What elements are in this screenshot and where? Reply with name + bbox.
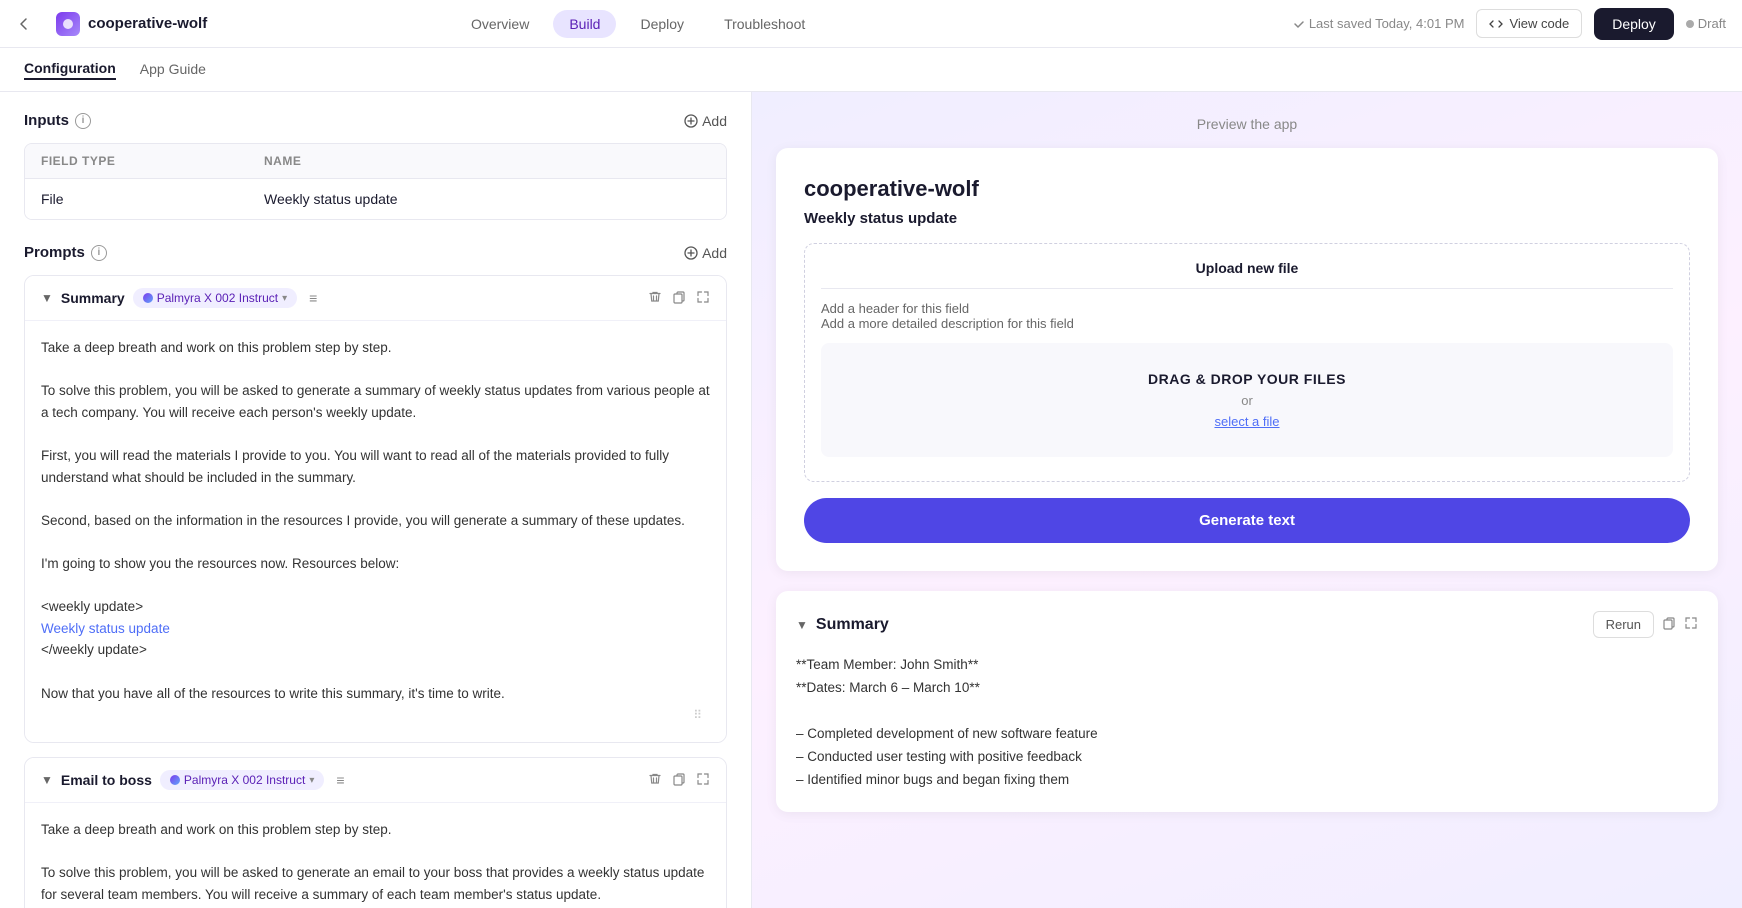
- email-model-badge[interactable]: Palmyra X 002 Instruct ▾: [160, 770, 324, 790]
- prompt-email-header: ▼ Email to boss Palmyra X 002 Instruct ▾…: [25, 758, 726, 802]
- summary-chevron-icon[interactable]: ▼: [41, 291, 53, 305]
- drop-zone-title: DRAG & DROP YOUR FILES: [837, 371, 1657, 387]
- summary-prompt-text: Take a deep breath and work on this prob…: [41, 337, 710, 704]
- view-code-button[interactable]: View code: [1476, 9, 1582, 38]
- prompt-summary-block: ▼ Summary Palmyra X 002 Instruct ▾ ≡: [24, 275, 727, 743]
- inputs-add-button[interactable]: Add: [684, 113, 727, 129]
- prompts-add-button[interactable]: Add: [684, 245, 727, 261]
- nav-overview[interactable]: Overview: [455, 10, 545, 38]
- saved-status: Last saved Today, 4:01 PM: [1293, 16, 1465, 31]
- nav-troubleshoot[interactable]: Troubleshoot: [708, 10, 821, 38]
- inputs-title: Inputs i: [24, 112, 91, 129]
- nav-links: Overview Build Deploy Troubleshoot: [455, 10, 821, 38]
- drop-zone-or: or: [837, 393, 1657, 408]
- app-title: cooperative-wolf: [56, 12, 207, 36]
- prompts-info-icon[interactable]: i: [91, 245, 107, 261]
- preview-card: cooperative-wolf Weekly status update Up…: [776, 148, 1718, 571]
- email-prompt-actions: [648, 772, 710, 789]
- email-model-dot: [170, 775, 180, 785]
- email-chevron-icon[interactable]: ▼: [41, 773, 53, 787]
- inputs-section-header: Inputs i Add: [24, 112, 727, 129]
- email-prompt-title: Email to boss: [61, 772, 152, 788]
- add-header-text: Add a header for this field: [821, 301, 1673, 316]
- summary-model-badge[interactable]: Palmyra X 002 Instruct ▾: [133, 288, 297, 308]
- preview-field-label: Weekly status update: [804, 210, 1690, 227]
- prompt-summary-header: ▼ Summary Palmyra X 002 Instruct ▾ ≡: [25, 276, 726, 320]
- rerun-button[interactable]: Rerun: [1593, 611, 1654, 638]
- model-dot: [143, 293, 153, 303]
- email-delete-button[interactable]: [648, 772, 662, 789]
- summary-output-title: Summary: [816, 616, 889, 634]
- email-model-chevron-icon: ▾: [309, 775, 314, 786]
- sub-nav-app-guide[interactable]: App Guide: [140, 61, 206, 79]
- summary-prompt-body: Take a deep breath and work on this prob…: [25, 320, 726, 742]
- app-icon: [56, 12, 80, 36]
- preview-app-name: cooperative-wolf: [804, 176, 1690, 202]
- field-type-cell: File: [41, 191, 264, 207]
- upload-header: Upload new file: [821, 260, 1673, 289]
- add-description-text: Add a more detailed description for this…: [821, 316, 1673, 331]
- generate-text-button[interactable]: Generate text: [804, 498, 1690, 543]
- nav-deploy[interactable]: Deploy: [624, 10, 700, 38]
- email-prompt-body: Take a deep breath and work on this prob…: [25, 802, 726, 908]
- email-prompt-text: Take a deep breath and work on this prob…: [41, 819, 710, 908]
- summary-output-chevron-icon[interactable]: ▼: [796, 618, 808, 632]
- table-header: FIELD TYPE NAME: [25, 144, 726, 178]
- drop-zone[interactable]: DRAG & DROP YOUR FILES or select a file: [821, 343, 1673, 457]
- summary-expand-output-button[interactable]: [1684, 616, 1698, 633]
- upload-area: Upload new file Add a header for this fi…: [804, 243, 1690, 482]
- status-badge: Draft: [1686, 16, 1726, 31]
- inputs-table: FIELD TYPE NAME File Weekly status updat…: [24, 143, 727, 220]
- summary-expand-button[interactable]: [696, 290, 710, 307]
- summary-duplicate-button[interactable]: [672, 290, 686, 307]
- main-layout: Inputs i Add FIELD TYPE NAME File Weekly…: [0, 92, 1742, 908]
- resize-handle[interactable]: ⠿: [41, 704, 710, 726]
- summary-output-icons: [1662, 616, 1698, 633]
- top-nav: cooperative-wolf Overview Build Deploy T…: [0, 0, 1742, 48]
- weekly-update-link[interactable]: Weekly status update: [41, 621, 170, 636]
- deploy-button[interactable]: Deploy: [1594, 8, 1674, 40]
- lines-icon[interactable]: ≡: [309, 290, 317, 306]
- field-name-cell: Weekly status update: [264, 191, 710, 207]
- right-panel: Preview the app cooperative-wolf Weekly …: [752, 92, 1742, 908]
- select-file-link[interactable]: select a file: [837, 414, 1657, 429]
- nav-build[interactable]: Build: [553, 10, 616, 38]
- summary-delete-button[interactable]: [648, 290, 662, 307]
- summary-prompt-title: Summary: [61, 290, 125, 306]
- summary-output-header: ▼ Summary Rerun: [796, 611, 1698, 638]
- table-row: File Weekly status update: [25, 178, 726, 219]
- col-field-type: FIELD TYPE: [41, 154, 264, 168]
- summary-copy-button[interactable]: [1662, 616, 1676, 633]
- sub-nav: Configuration App Guide: [0, 48, 1742, 92]
- prompts-section-header: Prompts i Add: [24, 244, 727, 261]
- left-panel: Inputs i Add FIELD TYPE NAME File Weekly…: [0, 92, 752, 908]
- sub-nav-configuration[interactable]: Configuration: [24, 60, 116, 80]
- back-button[interactable]: [16, 16, 32, 32]
- email-expand-button[interactable]: [696, 772, 710, 789]
- summary-content: **Team Member: John Smith** **Dates: Mar…: [796, 654, 1698, 792]
- nav-right: Last saved Today, 4:01 PM View code Depl…: [1293, 8, 1726, 40]
- prompt-email-block: ▼ Email to boss Palmyra X 002 Instruct ▾…: [24, 757, 727, 908]
- summary-prompt-actions: [648, 290, 710, 307]
- inputs-info-icon[interactable]: i: [75, 113, 91, 129]
- email-lines-icon[interactable]: ≡: [336, 772, 344, 788]
- resize-dots-icon: ⠿: [693, 708, 702, 722]
- prompts-title: Prompts i: [24, 244, 107, 261]
- summary-output: ▼ Summary Rerun **Team Member: John Smit…: [776, 591, 1718, 812]
- upload-descriptions: Add a header for this field Add a more d…: [821, 301, 1673, 331]
- preview-title: Preview the app: [776, 116, 1718, 132]
- model-chevron-icon: ▾: [282, 293, 287, 304]
- col-name: NAME: [264, 154, 710, 168]
- email-duplicate-button[interactable]: [672, 772, 686, 789]
